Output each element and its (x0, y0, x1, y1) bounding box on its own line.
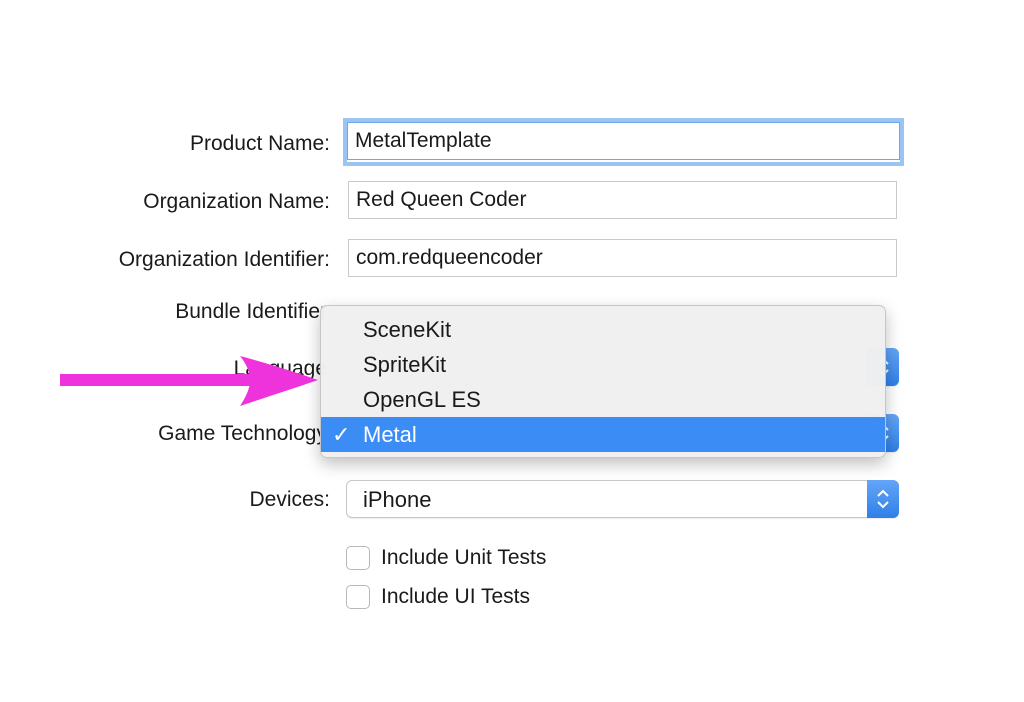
menu-item-scenekit[interactable]: SceneKit (321, 312, 885, 347)
organization-name-label: Organization Name: (143, 190, 330, 213)
game-technology-label: Game Technology (158, 422, 327, 445)
devices-stepper[interactable] (867, 480, 899, 518)
include-ui-tests-checkbox[interactable] (346, 585, 370, 609)
organization-name-field[interactable]: Red Queen Coder (348, 181, 897, 219)
product-name-label: Product Name: (189, 132, 330, 155)
menu-item-label: SceneKit (363, 317, 452, 342)
menu-item-label: Metal (363, 422, 417, 447)
product-name-value: MetalTemplate (347, 122, 900, 160)
menu-item-label: SpriteKit (363, 352, 447, 377)
organization-identifier-field[interactable]: com.redqueencoder (348, 239, 897, 277)
organization-identifier-value: com.redqueencoder (356, 246, 543, 269)
include-unit-tests-checkbox[interactable] (346, 546, 370, 570)
include-unit-tests-label[interactable]: Include Unit Tests (381, 545, 546, 571)
arrow-right-icon (60, 356, 318, 406)
devices-label: Devices: (249, 488, 330, 511)
bundle-identifier-label: Bundle Identifier (175, 300, 327, 323)
game-technology-menu: SceneKit SpriteKit OpenGL ES ✓ Metal (320, 305, 886, 458)
product-name-field[interactable]: MetalTemplate (343, 118, 904, 166)
devices-value: iPhone (363, 487, 432, 512)
up-down-chevron-icon (877, 489, 889, 509)
organization-identifier-label: Organization Identifier: (118, 248, 330, 271)
menu-item-label: OpenGL ES (363, 387, 481, 412)
menu-item-opengl-es[interactable]: OpenGL ES (321, 382, 885, 417)
menu-item-metal[interactable]: ✓ Metal (321, 417, 885, 452)
menu-item-spritekit[interactable]: SpriteKit (321, 347, 885, 382)
organization-name-value: Red Queen Coder (356, 188, 527, 211)
checkmark-icon: ✓ (332, 422, 351, 447)
devices-popup[interactable]: iPhone (346, 480, 899, 518)
include-ui-tests-label[interactable]: Include UI Tests (381, 584, 530, 610)
